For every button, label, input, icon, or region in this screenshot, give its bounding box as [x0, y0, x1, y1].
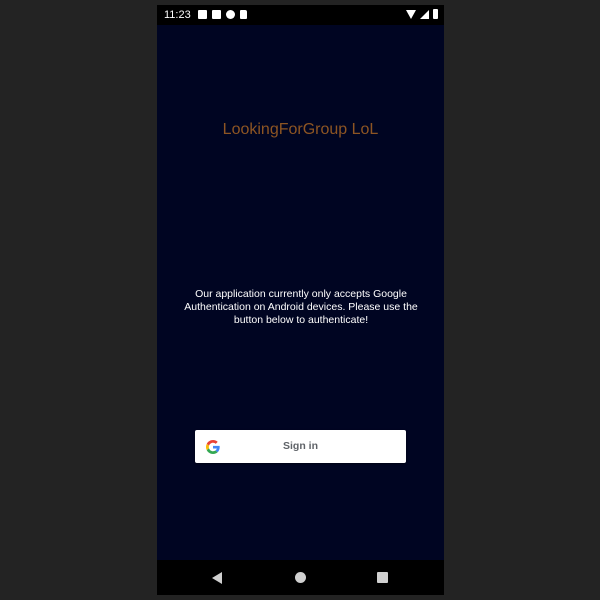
signal-icon [420, 9, 429, 19]
a-icon [198, 10, 207, 19]
navigation-bar [157, 560, 444, 595]
app-title: LookingForGroup LoL [222, 121, 379, 138]
phone-screen: 11:23 LookingForGroup LoL Our applicatio… [157, 5, 444, 595]
back-icon[interactable] [212, 572, 222, 584]
google-signin-button[interactable]: Sign in [195, 430, 406, 463]
circle-p-icon [226, 10, 235, 19]
signin-label: Sign in [283, 440, 318, 452]
home-icon[interactable] [295, 572, 306, 583]
notification-icons [198, 10, 247, 19]
photo-icon [212, 10, 221, 19]
battery-icon [433, 9, 438, 19]
status-bar: 11:23 [157, 5, 444, 25]
sd-card-icon [240, 10, 247, 19]
system-icons [406, 9, 438, 19]
recents-icon[interactable] [377, 572, 388, 583]
status-time: 11:23 [164, 9, 191, 21]
wifi-icon [406, 9, 416, 19]
info-text: Our application currently only accepts G… [184, 288, 418, 326]
